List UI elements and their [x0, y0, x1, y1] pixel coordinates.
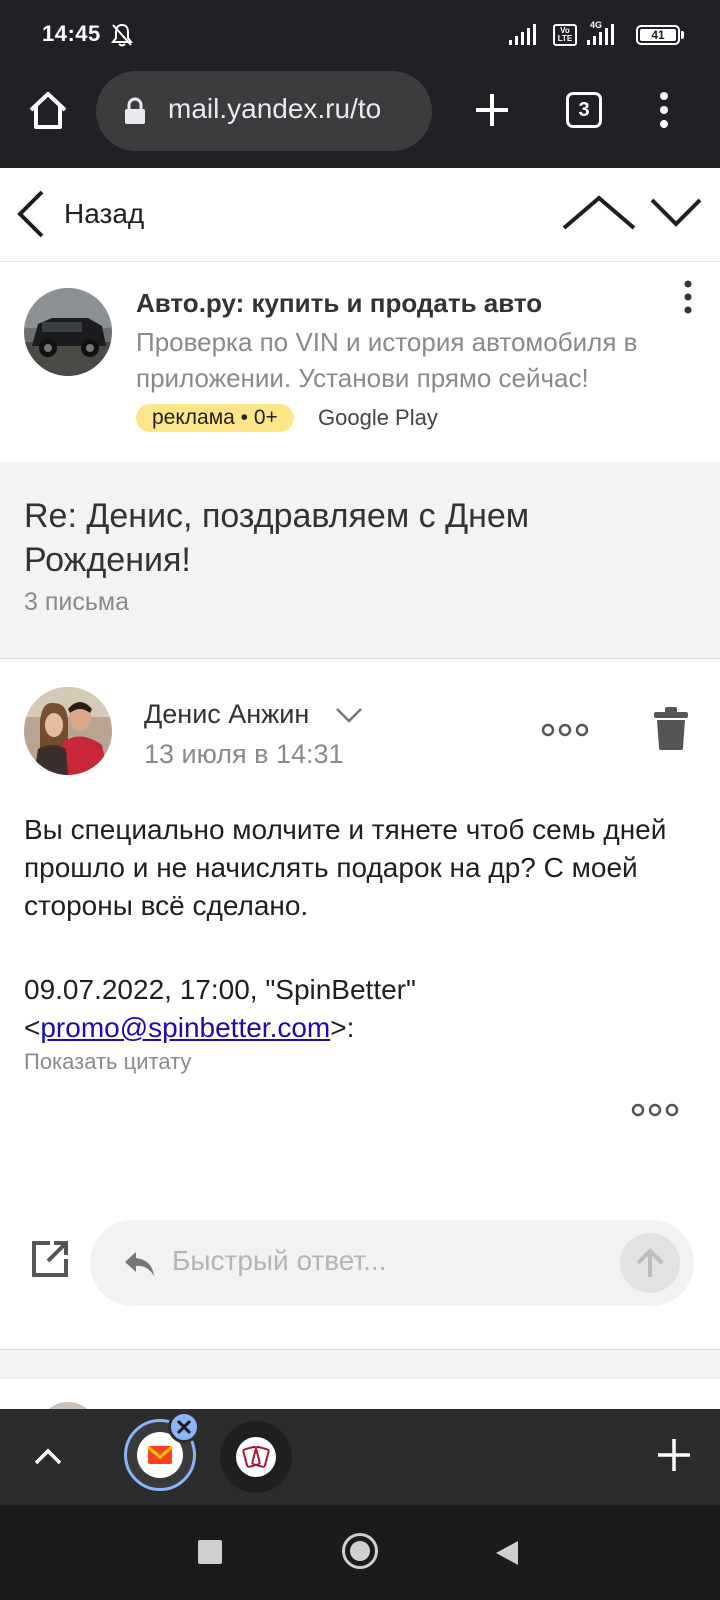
volte-icon: Vo LTE: [553, 24, 577, 46]
ad-banner[interactable]: Авто.ру: купить и продать авто Проверка …: [0, 262, 720, 462]
battery-tip: [681, 31, 684, 39]
new-tab-icon[interactable]: [470, 88, 514, 132]
tab-cards-site[interactable]: [220, 1421, 292, 1493]
notifications-muted-icon: [111, 23, 133, 47]
reply-icon: [125, 1252, 154, 1276]
browser-menu-icon[interactable]: [648, 88, 680, 132]
avatar[interactable]: [24, 687, 112, 775]
browser-toolbar: mail.yandex.ru/to 3: [0, 68, 720, 168]
thread-header: Re: Денис, поздравляем с Днем Рождения! …: [0, 462, 720, 659]
show-quote-link[interactable]: Показать цитату: [24, 1049, 191, 1075]
thread-count: 3 письма: [24, 588, 129, 616]
open-compose-icon[interactable]: [30, 1239, 70, 1279]
message-card: Денис Анжин 13 июля в 14:31 Вы специальн…: [0, 659, 720, 1349]
battery-icon: 41: [636, 25, 680, 45]
tab-switcher-button[interactable]: 3: [566, 92, 602, 128]
battery-level: 41: [640, 29, 676, 41]
ad-badge: реклама • 0+: [136, 404, 294, 432]
message-body: Вы специально молчите и тянете чтоб семь…: [24, 814, 667, 921]
recents-icon[interactable]: [198, 1540, 222, 1564]
quick-reply-field[interactable]: Быстрый ответ...: [90, 1220, 694, 1306]
mail-header: Назад: [0, 168, 720, 262]
add-tab-icon[interactable]: [654, 1435, 694, 1475]
status-time: 14:45: [42, 21, 101, 46]
ad-source: Google Play: [318, 405, 438, 430]
back-label: Назад: [64, 198, 145, 229]
quote-email-link[interactable]: promo@spinbetter.com: [40, 1012, 330, 1043]
home-circle-icon[interactable]: [342, 1533, 378, 1569]
sender-name[interactable]: Денис Анжин: [144, 699, 309, 730]
home-icon[interactable]: [26, 88, 70, 132]
more-horizontal-icon[interactable]: [540, 715, 590, 745]
tab-strip: [0, 1409, 720, 1505]
system-nav-bar: [0, 1505, 720, 1600]
message-date: 13 июля в 14:31: [144, 739, 344, 769]
home-dot: [350, 1541, 370, 1561]
chevron-down-icon[interactable]: [334, 705, 364, 725]
next-message-peek[interactable]: [0, 1379, 720, 1462]
send-button[interactable]: [620, 1233, 680, 1293]
thread-subject: Re: Денис, поздравляем с Днем Рождения!: [24, 497, 530, 579]
quote-header: 09.07.2022, 17:00, "SpinBetter" <promo@s…: [24, 971, 704, 1047]
close-icon[interactable]: [168, 1411, 200, 1443]
address-bar[interactable]: mail.yandex.ru/to: [96, 71, 432, 151]
status-bar: 14:45 Vo LTE 4G 41: [0, 0, 720, 68]
chevron-left-icon: [17, 190, 44, 238]
signal-strength-icon-2: [587, 24, 614, 45]
ad-image: [24, 288, 112, 376]
ad-title: Авто.ру: купить и продать авто: [136, 288, 543, 318]
quote-suffix: >:: [330, 1012, 355, 1043]
chevron-down-icon[interactable]: [648, 190, 704, 236]
chevron-up-icon[interactable]: [30, 1439, 66, 1475]
arrow-up-icon: [636, 1248, 664, 1277]
more-horizontal-icon[interactable]: [630, 1095, 680, 1125]
back-button[interactable]: Назад: [10, 186, 160, 242]
signal-strength-icon: [509, 24, 536, 45]
lock-icon: [125, 97, 145, 124]
more-vertical-icon[interactable]: [676, 276, 700, 318]
trash-icon[interactable]: [652, 705, 690, 751]
cards-icon: [236, 1437, 276, 1477]
back-triangle-icon[interactable]: [494, 1539, 520, 1567]
chevron-up-icon[interactable]: [560, 190, 638, 236]
url-text: mail.yandex.ru/to: [168, 93, 382, 124]
quick-reply-placeholder: Быстрый ответ...: [172, 1245, 387, 1276]
message-separator: [0, 1349, 720, 1379]
ad-text: Проверка по VIN и история автомобиля в п…: [136, 327, 638, 393]
